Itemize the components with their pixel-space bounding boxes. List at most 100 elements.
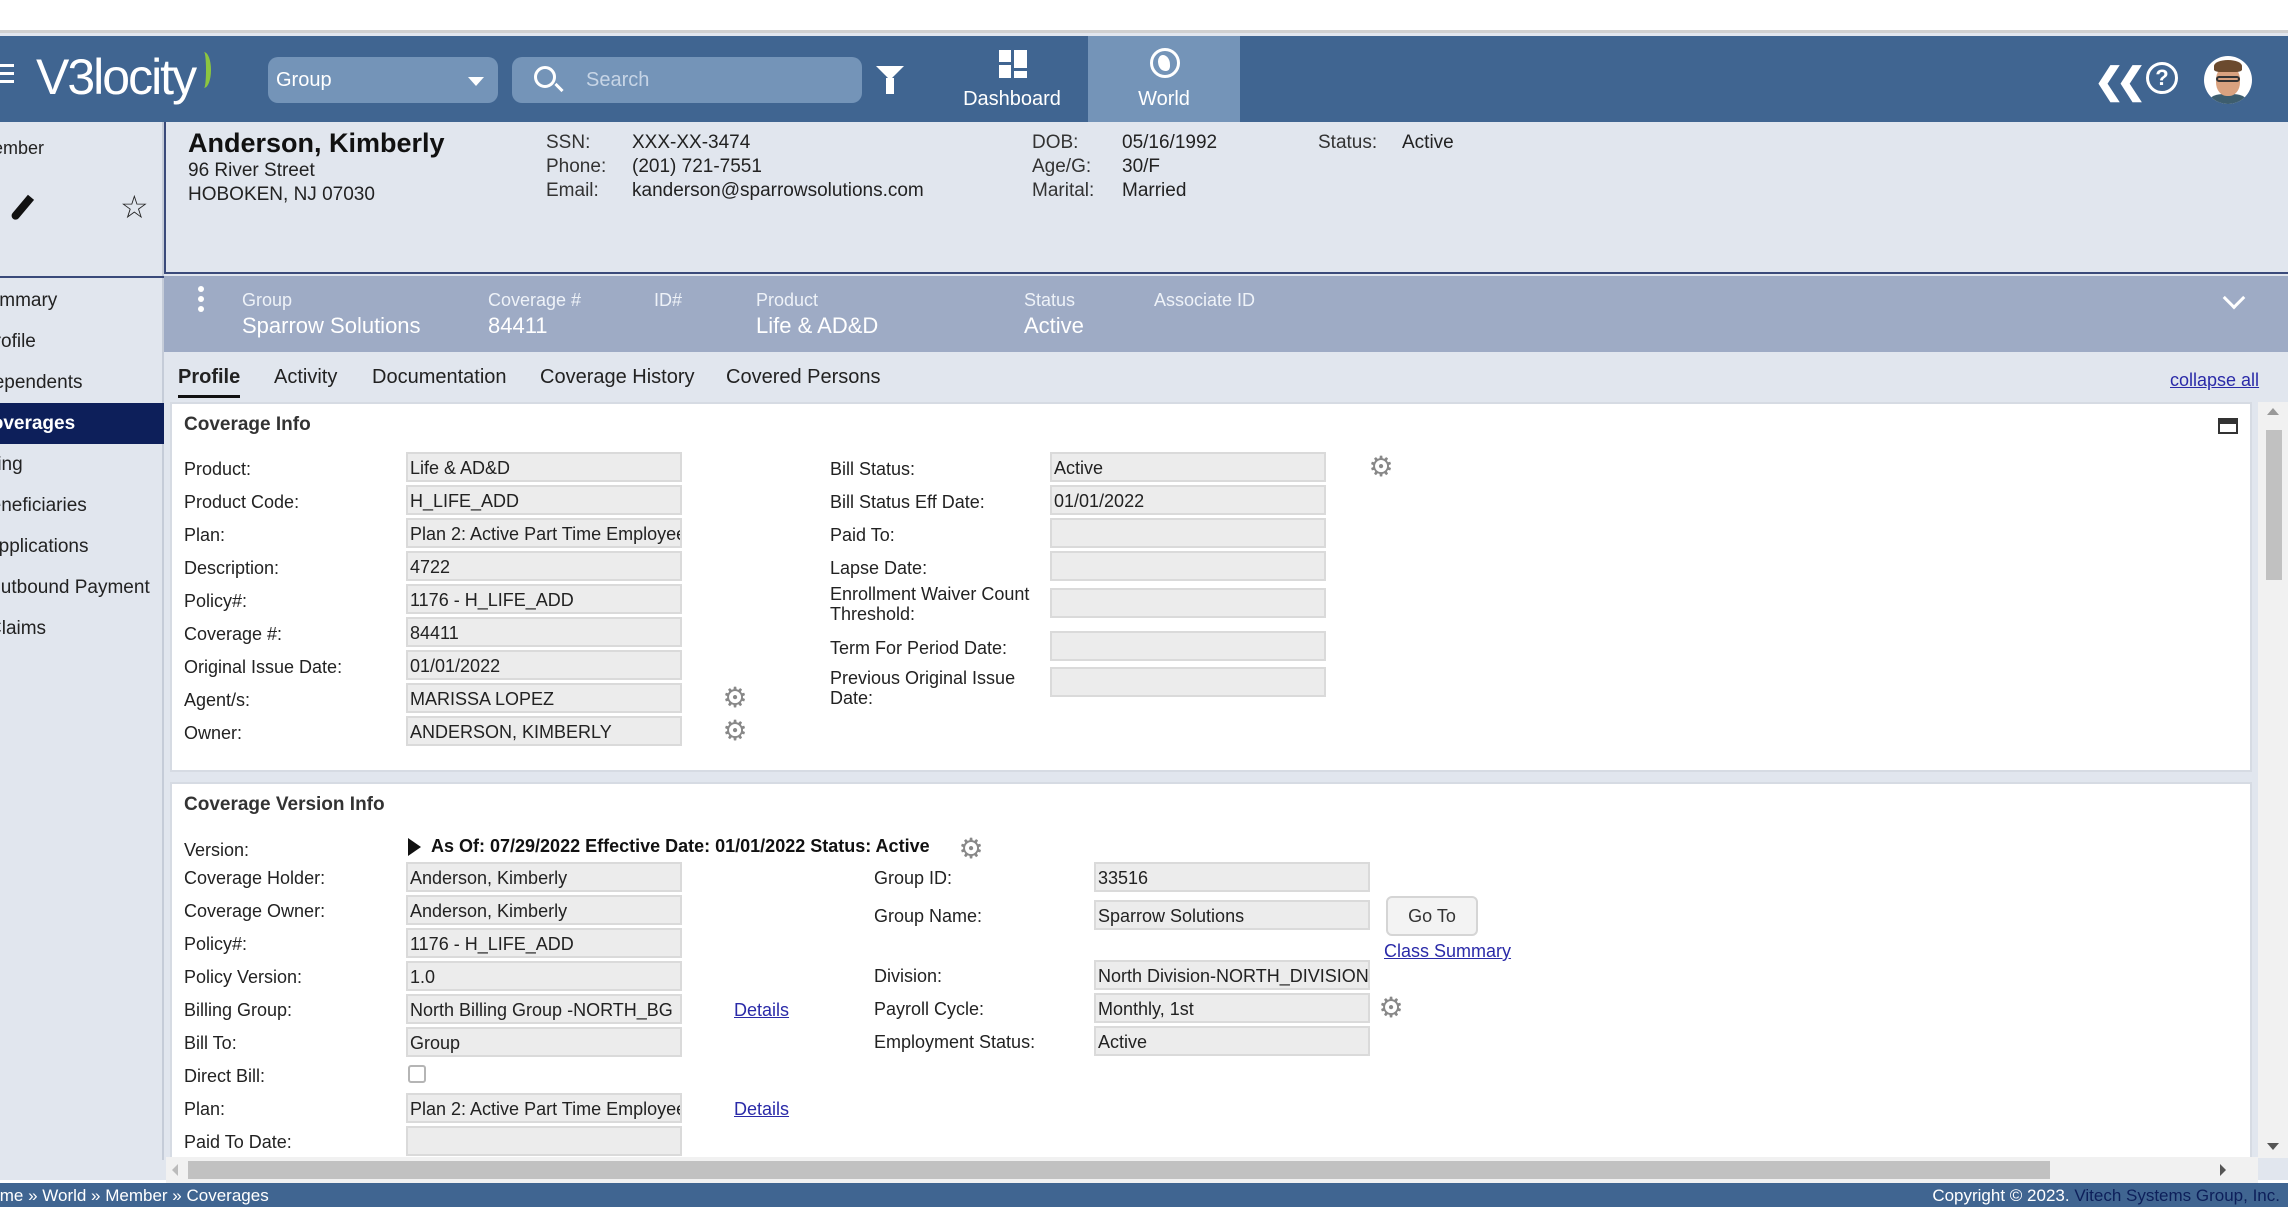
direct-bill-checkbox[interactable] [408,1065,426,1083]
filter-icon[interactable] [876,66,904,94]
policy-field: 1176 - H_LIFE_ADD [406,584,682,614]
member-status-label: Status: [1318,132,1378,153]
scroll-left-arrow-icon[interactable] [172,1164,178,1176]
scroll-down-arrow-icon[interactable] [2267,1143,2279,1150]
field-label: Policy Version: [184,967,303,987]
pencil-icon[interactable] [9,194,35,222]
payroll-cycle-field: Monthly, 1st [1094,993,1370,1023]
gear-icon[interactable]: ⚙ [958,835,984,863]
field-label: Owner: [184,723,243,743]
go-to-button[interactable]: Go To [1386,896,1478,936]
tab-documentation[interactable]: Documentation [372,366,507,395]
expand-triangle-icon[interactable] [408,838,421,857]
product-field: Life & AD&D [406,452,682,482]
dob-label: DOB: [1032,132,1079,153]
browser-viewport: V3locity Group Dashboard World ❮❮ ? [0,30,2288,1207]
gear-icon[interactable]: ⚙ [1378,994,1404,1022]
agents-field: MARISSA LOPEZ [406,683,682,713]
banner-coverage-label: Coverage # [488,290,582,310]
scrollbar-thumb[interactable] [2266,430,2282,580]
class-summary-link[interactable]: Class Summary [1384,941,1511,962]
sidebar-item-beneficiaries[interactable]: Beneficiaries [0,485,164,526]
vertical-scrollbar[interactable] [2258,402,2288,1158]
field-label: Bill Status Eff Date: [830,492,985,512]
field-label: Policy#: [184,934,248,954]
term-for-period-date-field [1050,631,1326,661]
double-chevron-left-icon[interactable]: ❮❮ [2094,60,2146,102]
member-header: Anderson, Kimberly 96 River Street HOBOK… [164,122,2288,274]
user-avatar[interactable] [2204,56,2252,104]
nav-tab-dashboard[interactable]: Dashboard [936,36,1088,122]
sidebar-item-profile[interactable]: Profile [0,321,164,362]
vendor-name: Vitech Systems Group, Inc. [2074,1186,2280,1205]
search-icon[interactable] [534,66,556,88]
coverage-owner-field: Anderson, Kimberly [406,895,682,925]
divider [0,276,164,278]
sidebar-item-coverages[interactable]: Coverages [0,403,164,444]
top-nav: V3locity Group Dashboard World ❮❮ ? [0,36,2288,122]
gear-icon[interactable]: ⚙ [722,717,748,745]
owner-field: ANDERSON, KIMBERLY [406,716,682,746]
sidebar-item-billing[interactable]: Billing [0,444,164,485]
sidebar-item-outbound-payment[interactable]: Outbound Payment [0,567,164,608]
field-label: Bill To: [184,1033,237,1053]
bill-to-field: Group [406,1027,682,1057]
banner-product-label: Product [756,290,819,310]
division-field: North Division-NORTH_DIVISION [1094,960,1370,990]
plan-details-link[interactable]: Details [734,1099,789,1120]
search-input[interactable] [586,67,846,93]
minimize-icon[interactable] [2218,418,2238,434]
field-label: Term For Period Date: [830,638,1008,658]
version-selector[interactable]: As Of: 07/29/2022 Effective Date: 01/01/… [408,836,930,857]
group-id-field: 33516 [1094,862,1370,892]
nav-tab-world[interactable]: World [1088,36,1240,122]
gear-icon[interactable]: ⚙ [1368,453,1394,481]
sidebar-item-dependents[interactable]: Dependents [0,362,164,403]
sidebar-item-claims[interactable]: Claims [0,608,164,649]
paid-to-date-field [406,1126,682,1156]
bill-status-eff-date-field: 01/01/2022 [1050,485,1326,515]
banner-product: Product Life & AD&D [756,290,878,339]
previous-original-issue-date-field [1050,667,1326,697]
scroll-up-arrow-icon[interactable] [2267,408,2279,415]
help-icon[interactable]: ? [2146,62,2178,94]
caret-down-icon [468,77,484,86]
coverage-info-panel: Coverage Info Product: Life & AD&D Produ… [170,402,2252,772]
kebab-menu-icon[interactable] [198,286,204,316]
scrollbar-thumb[interactable] [188,1161,2050,1179]
field-label: Paid To: [830,525,895,545]
marital-value: Married [1122,180,1187,201]
sidebar-item-applications[interactable]: Applications [0,526,164,567]
original-issue-date-field: 01/01/2022 [406,650,682,680]
app-logo[interactable]: V3locity [36,48,212,106]
footer-bar: Home » World » Member » Coverages Copyri… [0,1183,2288,1207]
app-window: V3locity Group Dashboard World ❮❮ ? [0,30,2288,1207]
field-label: Payroll Cycle: [874,999,985,1019]
phone-label: Phone: [546,156,607,177]
search-scope-select[interactable]: Group [268,57,498,103]
tab-coverage-history[interactable]: Coverage History [540,366,695,395]
gear-icon[interactable]: ⚙ [722,684,748,712]
billing-group-details-link[interactable]: Details [734,1000,789,1021]
sidebar-item-summary[interactable]: Summary [0,280,164,321]
star-icon[interactable]: ☆ [120,188,149,226]
employment-status-field: Active [1094,1026,1370,1056]
coverage-info-title: Coverage Info [184,414,311,435]
tab-profile[interactable]: Profile [178,366,241,398]
field-label: Plan: [184,525,226,545]
member-status-field: Status: Active [1318,132,1454,154]
age-value: 30/F [1122,156,1161,177]
field-label: Direct Bill: [184,1066,266,1086]
tab-activity[interactable]: Activity [274,366,337,395]
tab-covered-persons[interactable]: Covered Persons [726,366,881,395]
horizontal-scrollbar[interactable] [166,1157,2258,1183]
banner-group-label: Group [242,290,293,310]
scroll-right-arrow-icon[interactable] [2220,1164,2226,1176]
product-code-field: H_LIFE_ADD [406,485,682,515]
sidebar: Member ☆ Summary Profile Dependents Cove… [0,122,164,1160]
hamburger-menu-icon[interactable] [0,64,14,86]
breadcrumb[interactable]: Home » World » Member » Coverages [0,1186,269,1206]
chevron-down-icon[interactable] [2222,286,2246,310]
email-field: Email: kanderson@sparrowsolutions.com [546,180,924,202]
collapse-all-link[interactable]: collapse all [2170,370,2259,391]
